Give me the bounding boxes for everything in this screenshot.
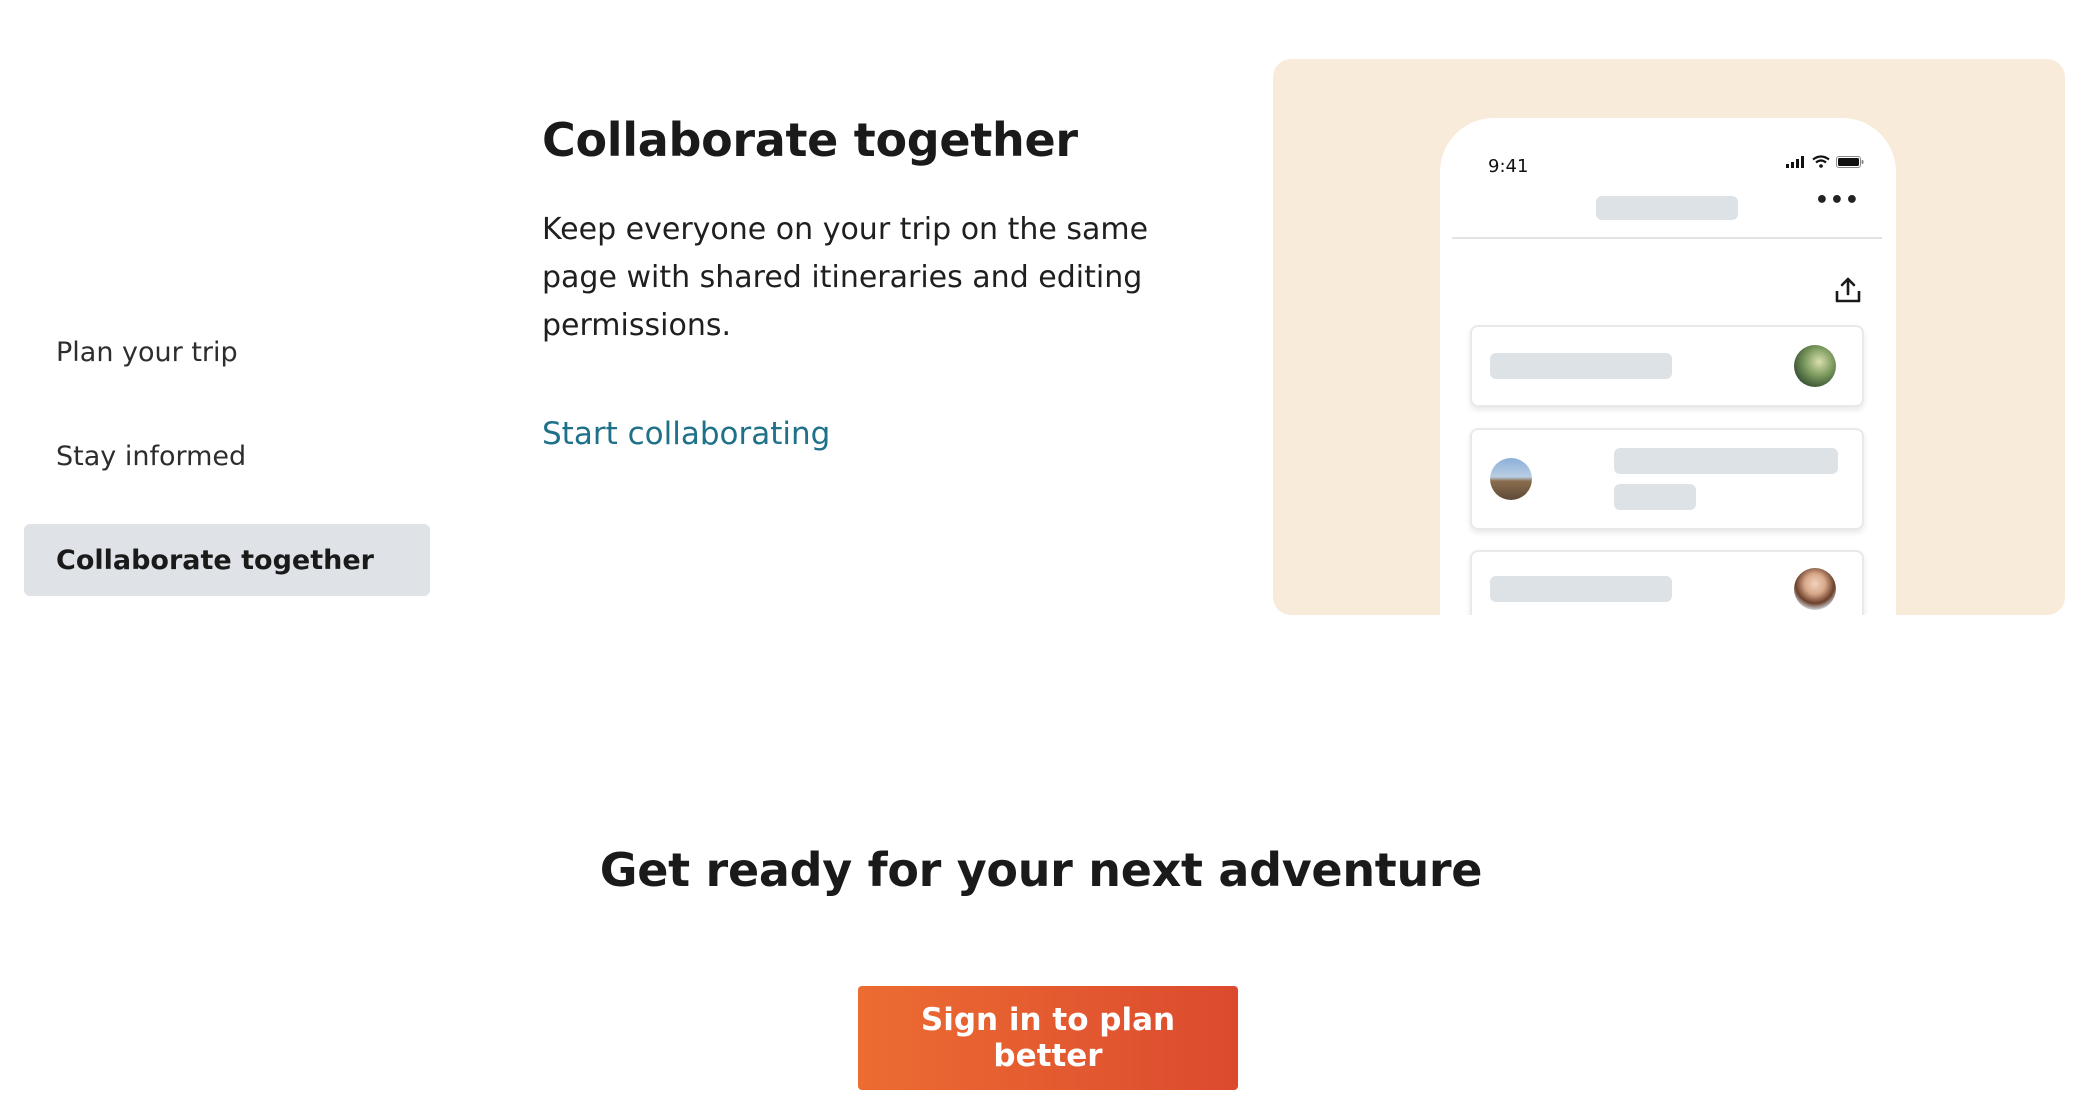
tab-stay-informed[interactable]: Stay informed: [24, 420, 430, 492]
itinerary-card: [1470, 428, 1864, 530]
tab-plan-your-trip[interactable]: Plan your trip: [24, 316, 430, 388]
cta-heading: Get ready for your next adventure: [599, 843, 1483, 897]
avatar: [1794, 345, 1836, 387]
more-horizontal-icon: •••: [1814, 188, 1860, 213]
phone-time: 9:41: [1488, 156, 1529, 177]
text-placeholder: [1490, 353, 1672, 379]
itinerary-card: [1470, 325, 1864, 407]
phone-status-icons: [1786, 155, 1864, 168]
wifi-icon: [1812, 155, 1830, 168]
tab-label: Stay informed: [56, 440, 247, 472]
feature-title: Collaborate together: [542, 113, 1078, 167]
itinerary-card: [1470, 550, 1864, 615]
feature-illustration: 9:41 •••: [1273, 59, 2065, 615]
phone-mockup: 9:41 •••: [1440, 118, 1896, 615]
tab-label: Plan your trip: [56, 336, 238, 368]
avatar: [1794, 568, 1836, 610]
text-placeholder: [1614, 484, 1696, 510]
share-upload-icon: [1835, 277, 1861, 303]
avatar: [1490, 458, 1532, 500]
text-placeholder: [1490, 576, 1672, 602]
feature-description: Keep everyone on your trip on the same p…: [542, 212, 1149, 343]
feature-panel: Collaborate together Keep everyone on yo…: [542, 108, 1162, 452]
tab-label: Collaborate together: [56, 544, 374, 576]
sign-in-button[interactable]: Sign in to plan better: [858, 986, 1238, 1090]
phone-title-placeholder: [1596, 196, 1738, 220]
tab-collaborate-together[interactable]: Collaborate together: [24, 524, 430, 596]
phone-divider: [1452, 237, 1882, 239]
battery-icon: [1836, 155, 1864, 168]
text-placeholder: [1614, 448, 1838, 474]
signal-icon: [1786, 155, 1804, 168]
feature-tabs: Plan your trip Stay informed Collaborate…: [24, 316, 430, 628]
start-collaborating-link[interactable]: Start collaborating: [542, 416, 830, 452]
